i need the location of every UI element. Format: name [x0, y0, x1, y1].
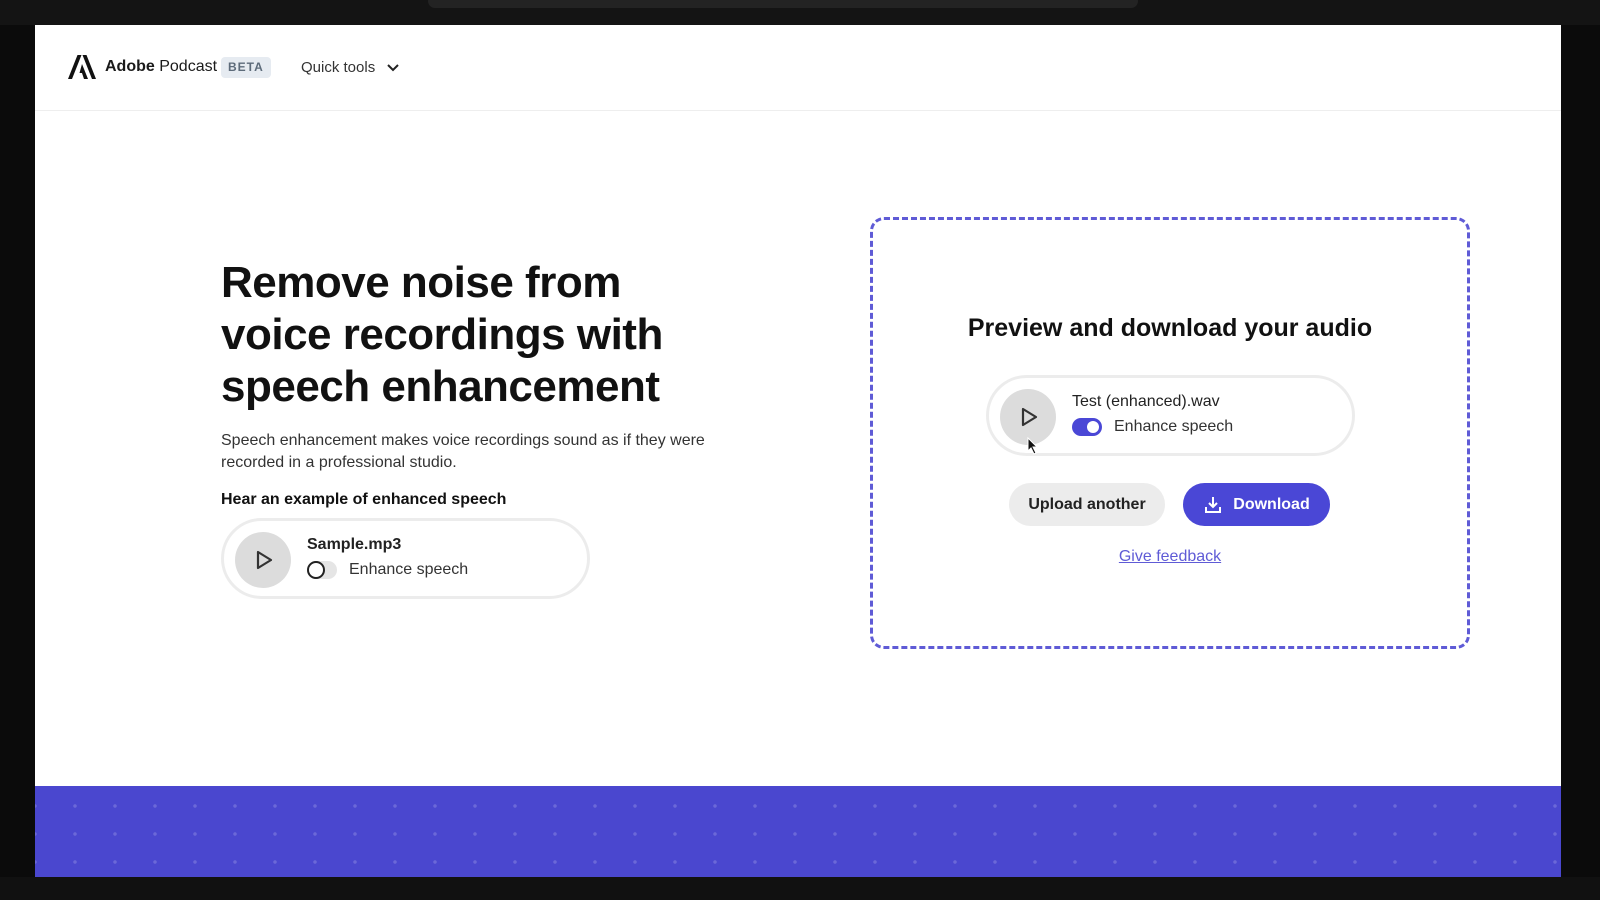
- result-filename: Test (enhanced).wav: [1072, 393, 1220, 410]
- hero-description: Speech enhancement makes voice recording…: [221, 432, 705, 471]
- toggle-knob: [1087, 421, 1099, 433]
- enhance-speech-label: Enhance speech: [349, 561, 469, 578]
- beta-badge: BETA: [221, 57, 271, 78]
- page: Adobe Podcast BETA Quick tools Remove no…: [35, 25, 1561, 877]
- brand-light: Podcast: [159, 58, 218, 75]
- enhance-speech-toggle[interactable]: [1072, 418, 1102, 436]
- footer-band: [35, 786, 1561, 877]
- adobe-logo-icon[interactable]: [68, 55, 96, 79]
- download-button[interactable]: Download: [1183, 483, 1330, 526]
- browser-bottom-bar: [0, 877, 1600, 900]
- upload-another-button[interactable]: Upload another: [1009, 483, 1165, 526]
- play-icon: [1021, 407, 1038, 427]
- panel-title: Preview and download your audio: [967, 314, 1373, 342]
- download-icon: [1205, 496, 1222, 513]
- brand-bold: Adobe: [105, 58, 155, 75]
- top-nav: Adobe Podcast BETA Quick tools: [35, 25, 1561, 111]
- sample-player: Sample.mp3 Enhance speech: [221, 518, 590, 599]
- toggle-knob: [307, 561, 325, 579]
- give-feedback-link[interactable]: Give feedback: [873, 548, 1467, 566]
- play-icon: [256, 550, 273, 570]
- quick-tools-menu[interactable]: Quick tools: [301, 59, 399, 76]
- browser-top-bar: [0, 0, 1600, 25]
- result-player: Test (enhanced).wav Enhance speech: [986, 375, 1355, 456]
- brand-name[interactable]: Adobe Podcast: [105, 58, 217, 76]
- mouse-cursor-icon: [1027, 437, 1039, 455]
- download-label: Download: [1233, 495, 1310, 513]
- play-button[interactable]: [235, 532, 291, 588]
- example-heading: Hear an example of enhanced speech: [221, 491, 507, 508]
- enhance-toggle-row: Enhance speech: [1072, 418, 1233, 436]
- enhance-speech-label: Enhance speech: [1114, 418, 1234, 435]
- quick-tools-label: Quick tools: [301, 59, 376, 76]
- enhance-toggle-row: Enhance speech: [307, 561, 468, 579]
- address-bar[interactable]: [428, 0, 1138, 8]
- chevron-down-icon: [387, 63, 399, 71]
- enhance-speech-toggle[interactable]: [307, 561, 337, 579]
- result-panel: Preview and download your audio Test (en…: [870, 217, 1470, 649]
- sample-filename: Sample.mp3: [307, 536, 402, 553]
- hero-title: Remove noise from voice recordings with …: [221, 258, 663, 411]
